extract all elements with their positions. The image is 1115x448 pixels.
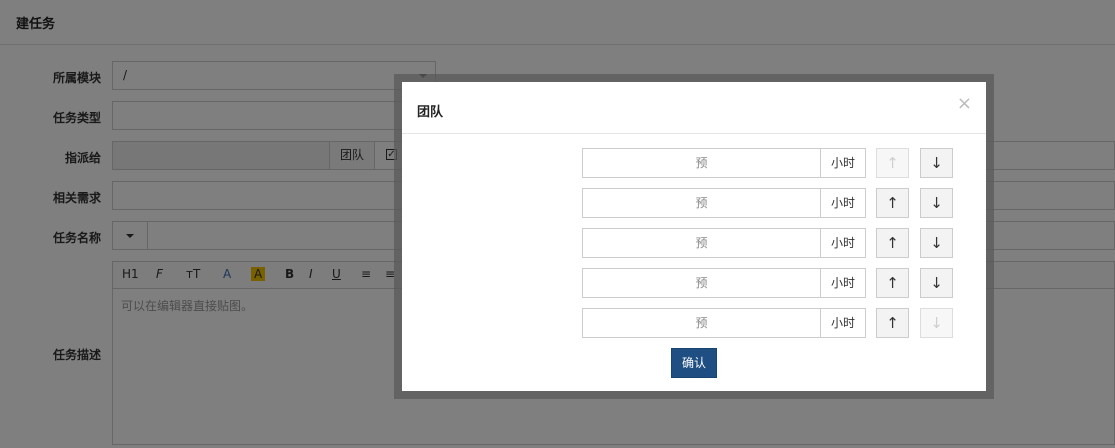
team-row: 小时 ↑ ↓ bbox=[582, 148, 954, 178]
move-down-icon[interactable]: ↓ bbox=[920, 228, 953, 258]
move-down-icon[interactable]: ↓ bbox=[920, 268, 953, 298]
move-up-icon[interactable]: ↑ bbox=[876, 148, 909, 178]
estimate-input[interactable] bbox=[582, 148, 821, 178]
move-down-icon[interactable]: ↓ bbox=[920, 308, 953, 338]
move-down-icon[interactable]: ↓ bbox=[920, 188, 953, 218]
close-icon[interactable]: × bbox=[957, 94, 972, 114]
move-down-icon[interactable]: ↓ bbox=[920, 148, 953, 178]
team-row: 小时 ↑ ↓ bbox=[582, 308, 954, 338]
hour-unit-label: 小时 bbox=[820, 228, 866, 258]
team-row: 小时 ↑ ↓ bbox=[582, 268, 954, 298]
team-row: 小时 ↑ ↓ bbox=[582, 228, 954, 258]
move-up-icon[interactable]: ↑ bbox=[876, 308, 909, 338]
modal-title: 团队 bbox=[417, 105, 444, 120]
hour-unit-label: 小时 bbox=[820, 148, 866, 178]
modal-header: 团队 × bbox=[402, 82, 986, 134]
team-modal: 团队 × 小时 ↑ ↓ 小时 ↑ ↓ 小时 ↑ ↓ 小时 ↑ ↓ 小时 ↑ ↓ 确认 bbox=[402, 82, 986, 391]
move-up-icon[interactable]: ↑ bbox=[876, 188, 909, 218]
estimate-input[interactable] bbox=[582, 308, 821, 338]
hour-unit-label: 小时 bbox=[820, 308, 866, 338]
estimate-input[interactable] bbox=[582, 228, 821, 258]
estimate-input[interactable] bbox=[582, 268, 821, 298]
team-row: 小时 ↑ ↓ bbox=[582, 188, 954, 218]
move-up-icon[interactable]: ↑ bbox=[876, 228, 909, 258]
estimate-input[interactable] bbox=[582, 188, 821, 218]
confirm-button[interactable]: 确认 bbox=[671, 348, 717, 378]
hour-unit-label: 小时 bbox=[820, 268, 866, 298]
hour-unit-label: 小时 bbox=[820, 188, 866, 218]
move-up-icon[interactable]: ↑ bbox=[876, 268, 909, 298]
